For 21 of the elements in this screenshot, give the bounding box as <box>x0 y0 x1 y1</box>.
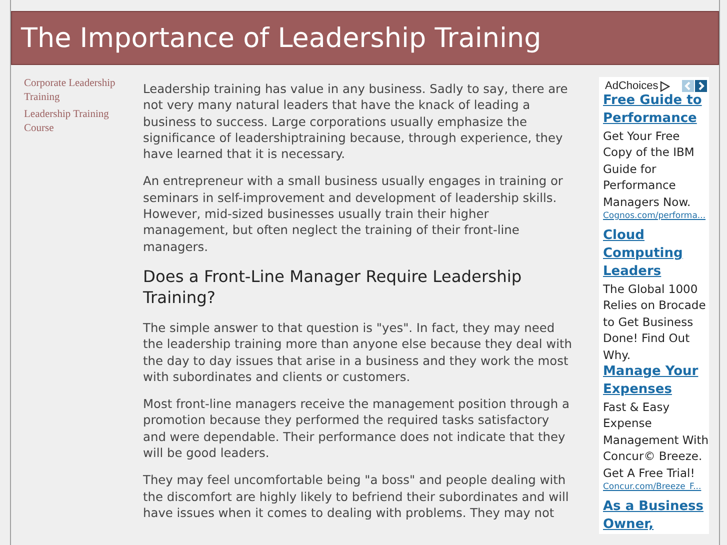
ad-text: Get Your Free Copy of the IBM Guide for Performance Managers Now. <box>603 128 696 210</box>
sidebar-link[interactable]: Corporate Leadership Training <box>24 77 132 105</box>
section-heading: Does a Front-Line Manager Require Leadership Training? <box>143 266 523 308</box>
next-icon[interactable] <box>695 80 708 92</box>
adchoices-icon[interactable] <box>660 80 670 92</box>
ad-text: Fast & Easy Expense Management With Concur© Breeze. Get A Free Trial! <box>603 399 709 482</box>
ad-title-link[interactable]: Cloud Computing Leaders <box>603 227 709 282</box>
paragraph: They may feel uncomfortable being "a boss" and people dealing with the discomfort are highly likely to befriend their subordinates and will have issues when it comes to dealing with problems. They may not <box>143 472 570 522</box>
page-title: The Importance of Leadership Training <box>21 22 542 54</box>
sidebar-link[interactable]: Leadership Training Course <box>24 108 132 136</box>
paragraph: An entrepreneur with a small business usually engages in training or seminars in self-improvement and development of leadership skills. However, mid-sized businesses usually train their higher management, but often neglect the training of their front-line managers. <box>143 173 564 255</box>
ad-title-link[interactable]: Free Guide to Performance <box>603 92 709 128</box>
adchoices-label[interactable]: AdChoices <box>605 80 658 92</box>
ad-url-link[interactable]: Concur.com/Breeze_F... <box>603 481 709 494</box>
ad-title-link[interactable]: As a Business Owner, <box>603 498 709 534</box>
paragraph: The simple answer to that question is "yes". In fact, they may need the leadership training more than anyone else because they deal with the day to day issues that arise in a business and they work the most with subordinates and clients or customers. <box>143 320 573 386</box>
ad-title-link[interactable]: Manage Your Expenses <box>603 363 709 400</box>
paragraph: Most front-line managers receive the management position through a promotion because they performed the required tasks satisfactory and were dependable. Their performance does not indicate that they will be good leaders. <box>143 396 570 462</box>
paragraph: Leadership training has value in any business. Sadly to say, there are not very many natural leaders that have the knack of leading a business to success. Large corporations usually emphasize the significance of leadershiptraining because, through experience, they have learned that it is necessary. <box>143 81 569 162</box>
ad-url-link[interactable]: Cognos.com/performa... <box>603 210 709 224</box>
ad-text: The Global 1000 Relies on Brocade to Get Business Done! Find Out Why. <box>603 281 707 364</box>
